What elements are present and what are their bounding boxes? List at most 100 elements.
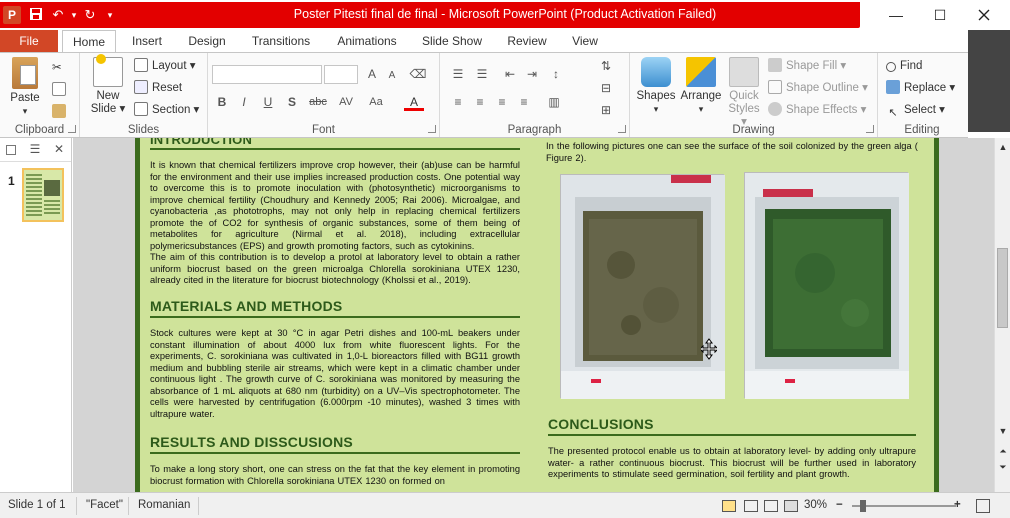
- reset-button[interactable]: Reset: [134, 79, 182, 97]
- vertical-scrollbar[interactable]: ▲ ▼ ⏶ ⏷: [994, 138, 1010, 492]
- scroll-down-icon[interactable]: ▼: [997, 426, 1009, 436]
- conclusions-text[interactable]: The presented protocol enable us to obta…: [548, 446, 916, 481]
- powerpoint-app-icon[interactable]: P: [3, 6, 21, 24]
- layout-button[interactable]: Layout ▾: [134, 57, 196, 75]
- font-launcher-icon[interactable]: [428, 125, 436, 133]
- previous-slide-icon[interactable]: ⏶: [997, 446, 1009, 457]
- justify-icon[interactable]: ≡: [514, 93, 534, 111]
- increase-indent-icon[interactable]: ⇥: [522, 65, 542, 83]
- redo-icon[interactable]: ↻: [82, 7, 98, 23]
- reading-view-icon[interactable]: [764, 500, 778, 512]
- tab-review[interactable]: Review: [500, 30, 554, 52]
- scroll-thumb[interactable]: [997, 248, 1008, 328]
- character-spacing-button[interactable]: AV: [334, 93, 358, 111]
- tab-home[interactable]: Home: [62, 30, 116, 53]
- slide-editing-area[interactable]: INTRODUCTION It is known that chemical f…: [73, 138, 994, 492]
- columns-icon[interactable]: ▥: [544, 93, 564, 111]
- find-button[interactable]: Find: [886, 57, 922, 75]
- bullets-icon[interactable]: ☰: [448, 65, 468, 83]
- arrange-button[interactable]: Arrange ▾: [678, 57, 724, 116]
- smartart-icon[interactable]: ⊞: [596, 101, 616, 119]
- close-pane-icon[interactable]: ✕: [52, 142, 66, 156]
- outline-tab-icon[interactable]: ☰: [28, 142, 42, 156]
- biocrust-photo-2[interactable]: [744, 172, 909, 399]
- poster-slide[interactable]: INTRODUCTION It is known that chemical f…: [135, 138, 939, 492]
- drawing-launcher-icon[interactable]: [866, 125, 874, 133]
- paste-button[interactable]: Paste ▾: [4, 57, 46, 118]
- normal-view-icon[interactable]: [722, 500, 736, 512]
- section-button[interactable]: Section ▾: [134, 101, 199, 119]
- shape-effects-button[interactable]: Shape Effects ▾: [768, 101, 866, 119]
- shapes-button[interactable]: Shapes ▾: [634, 57, 678, 116]
- slide-sorter-icon[interactable]: [744, 500, 758, 512]
- slide-show-icon[interactable]: [784, 500, 798, 512]
- zoom-in-button[interactable]: +: [954, 499, 961, 511]
- shrink-font-button[interactable]: A: [382, 67, 402, 85]
- conclusions-heading[interactable]: CONCLUSIONS: [548, 416, 654, 432]
- zoom-slider-handle[interactable]: [860, 500, 866, 512]
- zoom-out-button[interactable]: −: [836, 499, 843, 511]
- next-slide-icon[interactable]: ⏷: [997, 462, 1009, 473]
- align-right-icon[interactable]: ≡: [492, 93, 512, 111]
- underline-button[interactable]: U: [258, 93, 278, 111]
- select-button[interactable]: ↖ Select ▾: [886, 101, 945, 119]
- tab-animations[interactable]: Animations: [330, 30, 404, 52]
- zoom-level[interactable]: 30%: [804, 499, 827, 511]
- change-case-button[interactable]: Aa: [364, 93, 388, 111]
- tab-view[interactable]: View: [564, 30, 606, 52]
- results-heading[interactable]: RESULTS AND DISSCUSIONS: [150, 434, 353, 450]
- decrease-indent-icon[interactable]: ⇤: [500, 65, 520, 83]
- undo-icon[interactable]: ↶: [50, 7, 66, 23]
- align-left-icon[interactable]: ≡: [448, 93, 468, 111]
- slides-tab-icon[interactable]: [6, 145, 16, 155]
- minimize-button[interactable]: —: [876, 0, 916, 30]
- copy-icon[interactable]: [52, 81, 70, 99]
- line-spacing-icon[interactable]: ↕: [546, 65, 566, 83]
- text-direction-icon[interactable]: ⇅: [596, 57, 616, 75]
- theme-name[interactable]: "Facet": [86, 499, 123, 511]
- tab-slide-show[interactable]: Slide Show: [416, 30, 488, 52]
- introduction-text[interactable]: It is known that chemical fertilizers im…: [150, 160, 520, 252]
- shape-fill-button[interactable]: Shape Fill ▾: [768, 57, 846, 75]
- clear-formatting-icon[interactable]: ⌫: [408, 65, 428, 83]
- tab-insert[interactable]: Insert: [122, 30, 172, 52]
- numbering-icon[interactable]: ☰: [472, 65, 492, 83]
- italic-button[interactable]: I: [234, 93, 254, 111]
- zoom-slider[interactable]: [852, 505, 956, 507]
- clipboard-launcher-icon[interactable]: [68, 125, 76, 133]
- slide-count[interactable]: Slide 1 of 1: [8, 499, 66, 511]
- bold-button[interactable]: B: [212, 93, 232, 111]
- font-size-input[interactable]: [324, 65, 358, 84]
- quick-styles-button[interactable]: Quick Styles ▾: [724, 57, 764, 129]
- slide-thumbnail[interactable]: [22, 168, 64, 222]
- figure-caption[interactable]: In the following pictures one can see th…: [546, 141, 931, 164]
- format-painter-icon[interactable]: [52, 103, 70, 121]
- shadow-button[interactable]: S: [282, 93, 302, 111]
- cut-icon[interactable]: ✂: [52, 59, 62, 77]
- tab-transitions[interactable]: Transitions: [246, 30, 316, 52]
- methods-heading[interactable]: MATERIALS AND METHODS: [150, 298, 342, 314]
- font-name-input[interactable]: [212, 65, 322, 84]
- strikethrough-button[interactable]: abc: [306, 93, 330, 111]
- language-indicator[interactable]: Romanian: [138, 499, 190, 511]
- introduction-heading[interactable]: INTRODUCTION: [150, 138, 252, 147]
- shape-outline-button[interactable]: Shape Outline ▾: [768, 79, 868, 97]
- fit-slide-icon[interactable]: [976, 499, 990, 513]
- new-slide-button[interactable]: New Slide ▾: [86, 54, 130, 116]
- tab-design[interactable]: Design: [182, 30, 232, 52]
- scroll-up-icon[interactable]: ▲: [997, 142, 1009, 152]
- methods-text[interactable]: Stock cultures were kept at 30 °C in aga…: [150, 328, 520, 420]
- customize-qat-icon[interactable]: ▾: [102, 7, 118, 23]
- close-button[interactable]: [964, 0, 1004, 30]
- undo-dropdown-icon[interactable]: ▾: [66, 7, 82, 23]
- font-color-button[interactable]: A: [404, 93, 424, 111]
- aim-text[interactable]: The aim of this contribution is to devel…: [150, 252, 520, 287]
- align-center-icon[interactable]: ≡: [470, 93, 490, 111]
- save-icon[interactable]: [28, 7, 44, 23]
- align-text-icon[interactable]: ⊟: [596, 79, 616, 97]
- grow-font-button[interactable]: A: [362, 65, 382, 83]
- tab-file[interactable]: File: [0, 30, 58, 52]
- paragraph-launcher-icon[interactable]: [618, 125, 626, 133]
- replace-button[interactable]: Replace ▾: [886, 79, 955, 97]
- maximize-button[interactable]: ☐: [920, 0, 960, 30]
